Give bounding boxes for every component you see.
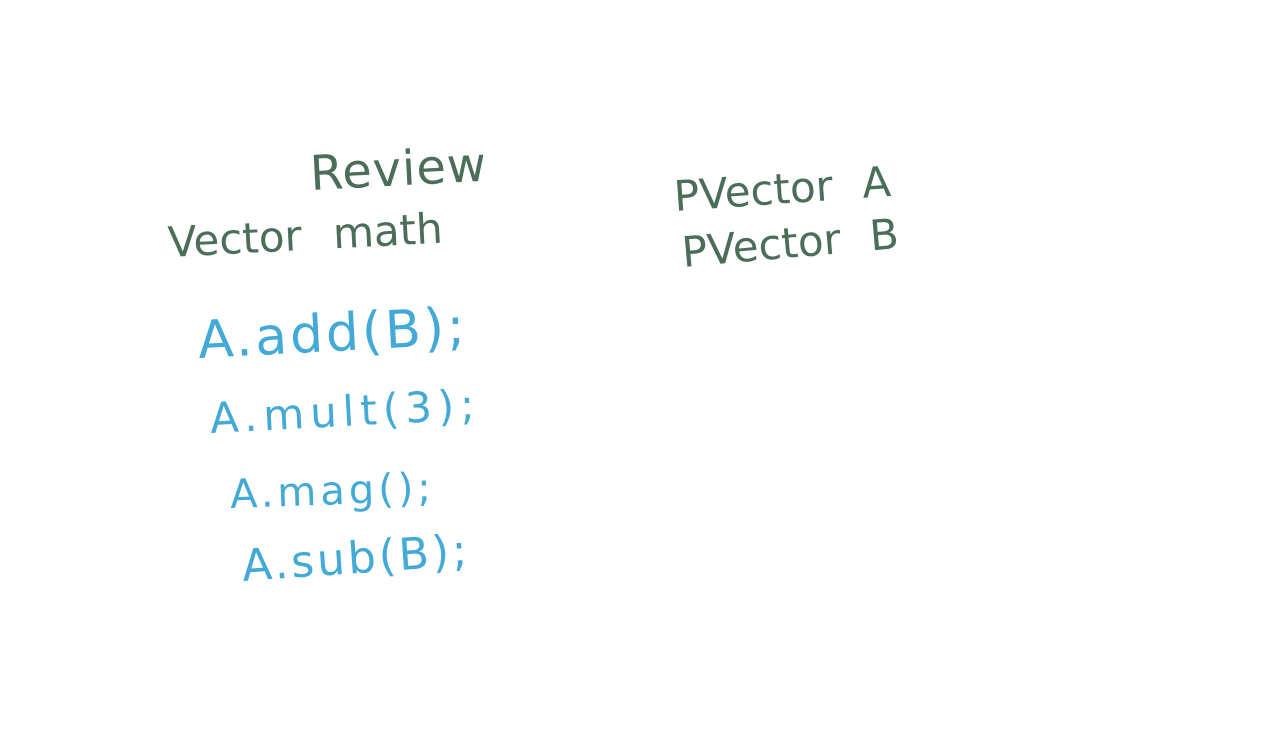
whiteboard-canvas: Review Vector math PVector A PVector B A… bbox=[0, 0, 1280, 751]
pvector-b-declaration: PVector B bbox=[679, 209, 901, 277]
review-title: Review bbox=[308, 136, 489, 202]
code-line-sub: A.sub(B); bbox=[240, 525, 472, 592]
code-line-add: A.add(B); bbox=[196, 296, 470, 371]
code-line-mult: A.mult(3); bbox=[208, 379, 482, 443]
code-line-mag: A.mag(); bbox=[229, 464, 436, 518]
vector-math-subtitle: Vector math bbox=[166, 203, 444, 267]
pvector-a-declaration: PVector A bbox=[672, 156, 893, 221]
